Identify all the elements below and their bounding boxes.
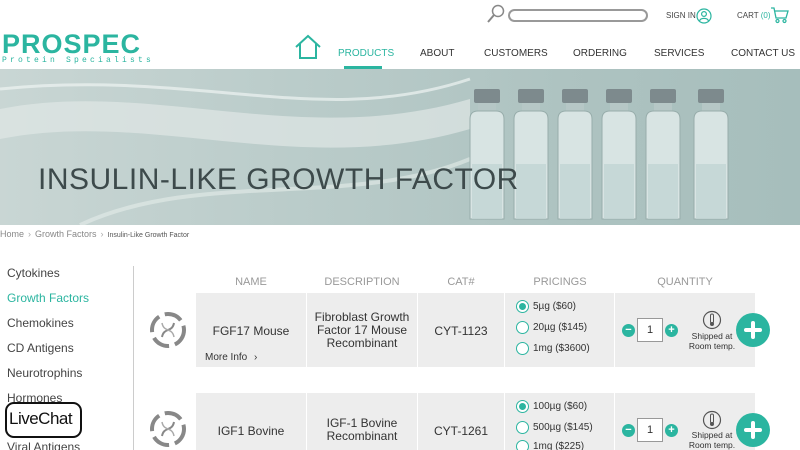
sidebar-item-cd-antigens[interactable]: CD Antigens bbox=[7, 341, 74, 355]
protein-icon bbox=[150, 411, 186, 447]
shipping-line: Shipped at bbox=[691, 430, 733, 440]
shipping-info: Shipped at Room temp. bbox=[686, 331, 738, 351]
sidebar-item-chemokines[interactable]: Chemokines bbox=[7, 316, 74, 330]
column-divider bbox=[417, 393, 418, 450]
increase-quantity-button[interactable]: + bbox=[665, 324, 678, 337]
radio-button[interactable] bbox=[516, 421, 529, 434]
site-header: PROSPEC Protein Specialists SIGN IN CART… bbox=[0, 0, 800, 69]
price-option[interactable]: 500µg ($145) bbox=[516, 421, 593, 434]
radio-selected[interactable] bbox=[516, 300, 529, 313]
shipping-line: Room temp. bbox=[688, 341, 736, 351]
price-option[interactable]: 5µg ($60) bbox=[516, 300, 576, 313]
nav-products[interactable]: PRODUCTS bbox=[338, 48, 394, 59]
price-label: 1mg ($3600) bbox=[533, 343, 590, 354]
add-to-cart-button[interactable] bbox=[736, 413, 770, 447]
cart-label: CART bbox=[737, 11, 759, 20]
price-label: 100µg ($60) bbox=[533, 401, 588, 412]
quantity-input[interactable]: 1 bbox=[637, 318, 663, 342]
column-header-name: NAME bbox=[235, 276, 267, 288]
catalog-number: CYT-1123 bbox=[434, 324, 488, 338]
decrease-quantity-button[interactable]: − bbox=[622, 324, 635, 337]
product-description: Fibroblast Growth Factor 17 Mouse Recomb… bbox=[307, 311, 417, 350]
live-chat-label: LiveChat bbox=[9, 409, 73, 428]
breadcrumb: Home › Growth Factors › Insulin-Like Growth … bbox=[0, 229, 189, 239]
column-divider bbox=[614, 393, 615, 450]
radio-selected[interactable] bbox=[516, 400, 529, 413]
table-row bbox=[196, 393, 755, 450]
logo-text: PROSPEC bbox=[2, 29, 142, 59]
nav-customers[interactable]: CUSTOMERS bbox=[484, 48, 548, 59]
more-info-link[interactable]: More Info › bbox=[205, 352, 257, 363]
add-to-cart-button[interactable] bbox=[736, 313, 770, 347]
shipping-line: Room temp. bbox=[688, 440, 736, 450]
breadcrumb-separator: › bbox=[28, 229, 32, 239]
column-header-pricings: PRICINGS bbox=[533, 276, 587, 288]
nav-ordering[interactable]: ORDERING bbox=[573, 48, 627, 59]
price-label: 1mg ($225) bbox=[533, 441, 585, 450]
description-line: Recombinant bbox=[326, 336, 398, 350]
sidebar-item-growth-factors[interactable]: Growth Factors bbox=[7, 291, 89, 305]
sidebar-divider bbox=[133, 266, 134, 450]
search-icon[interactable] bbox=[486, 4, 506, 24]
description-line: Recombinant bbox=[326, 429, 398, 443]
logo-tagline: Protein Specialists bbox=[2, 56, 155, 65]
breadcrumb-growth-factors[interactable]: Growth Factors bbox=[35, 229, 97, 239]
price-option[interactable]: 20µg ($145) bbox=[516, 321, 587, 334]
page-title: INSULIN-LIKE GROWTH FACTOR bbox=[38, 163, 519, 196]
thermometer-icon bbox=[702, 310, 722, 330]
column-header-description: DESCRIPTION bbox=[324, 276, 400, 288]
product-name[interactable]: IGF1 Bovine bbox=[196, 424, 306, 438]
shipping-info: Shipped at Room temp. bbox=[686, 430, 738, 450]
more-info-label: More Info bbox=[205, 352, 248, 363]
column-header-quantity: QUANTITY bbox=[657, 276, 713, 288]
nav-services[interactable]: SERVICES bbox=[654, 48, 704, 59]
column-divider bbox=[504, 293, 505, 367]
radio-button[interactable] bbox=[516, 321, 529, 334]
column-header-cat: CAT# bbox=[447, 276, 475, 288]
increase-quantity-button[interactable]: + bbox=[665, 424, 678, 437]
radio-button[interactable] bbox=[516, 440, 529, 450]
catalog-number: CYT-1261 bbox=[433, 424, 489, 438]
protein-icon bbox=[150, 312, 186, 348]
column-divider bbox=[504, 393, 505, 450]
breadcrumb-home[interactable]: Home bbox=[0, 229, 24, 239]
cart-link[interactable]: CART (0) bbox=[737, 11, 771, 20]
column-divider bbox=[614, 293, 615, 367]
sidebar-item-neurotrophins[interactable]: Neurotrophins bbox=[7, 366, 82, 380]
banner-vials-image bbox=[0, 77, 729, 225]
price-option[interactable]: 1mg ($3600) bbox=[516, 342, 590, 355]
live-chat-widget[interactable]: LiveChat bbox=[5, 402, 82, 442]
radio-button[interactable] bbox=[516, 342, 529, 355]
price-option[interactable]: 100µg ($60) bbox=[516, 400, 587, 413]
price-label: 20µg ($145) bbox=[533, 322, 588, 333]
shipping-line: Shipped at bbox=[691, 331, 733, 341]
decrease-quantity-button[interactable]: − bbox=[622, 424, 635, 437]
breadcrumb-current: Insulin-Like Growth Factor bbox=[107, 232, 190, 239]
hero-banner: INSULIN-LIKE GROWTH FACTOR bbox=[0, 69, 800, 225]
price-option[interactable]: 1mg ($225) bbox=[516, 440, 584, 450]
price-label: 500µg ($145) bbox=[533, 422, 593, 433]
chevron-right-icon: › bbox=[254, 352, 258, 363]
breadcrumb-separator: › bbox=[100, 229, 104, 239]
product-name[interactable]: FGF17 Mouse bbox=[196, 324, 306, 338]
quantity-input[interactable]: 1 bbox=[637, 418, 663, 442]
nav-about[interactable]: ABOUT bbox=[420, 48, 454, 59]
product-description: IGF-1 Bovine Recombinant bbox=[307, 417, 417, 443]
sign-in-link[interactable]: SIGN IN bbox=[666, 11, 696, 20]
prospec-logo[interactable]: PROSPEC Protein Specialists bbox=[2, 29, 162, 65]
home-icon[interactable] bbox=[294, 34, 322, 60]
user-icon[interactable] bbox=[696, 8, 712, 24]
thermometer-icon bbox=[702, 410, 722, 430]
price-label: 5µg ($60) bbox=[533, 301, 577, 312]
sidebar-item-cytokines[interactable]: Cytokines bbox=[7, 266, 60, 280]
search-input[interactable] bbox=[508, 9, 648, 22]
cart-icon[interactable] bbox=[770, 6, 789, 24]
nav-contact-us[interactable]: CONTACT US bbox=[731, 48, 795, 59]
